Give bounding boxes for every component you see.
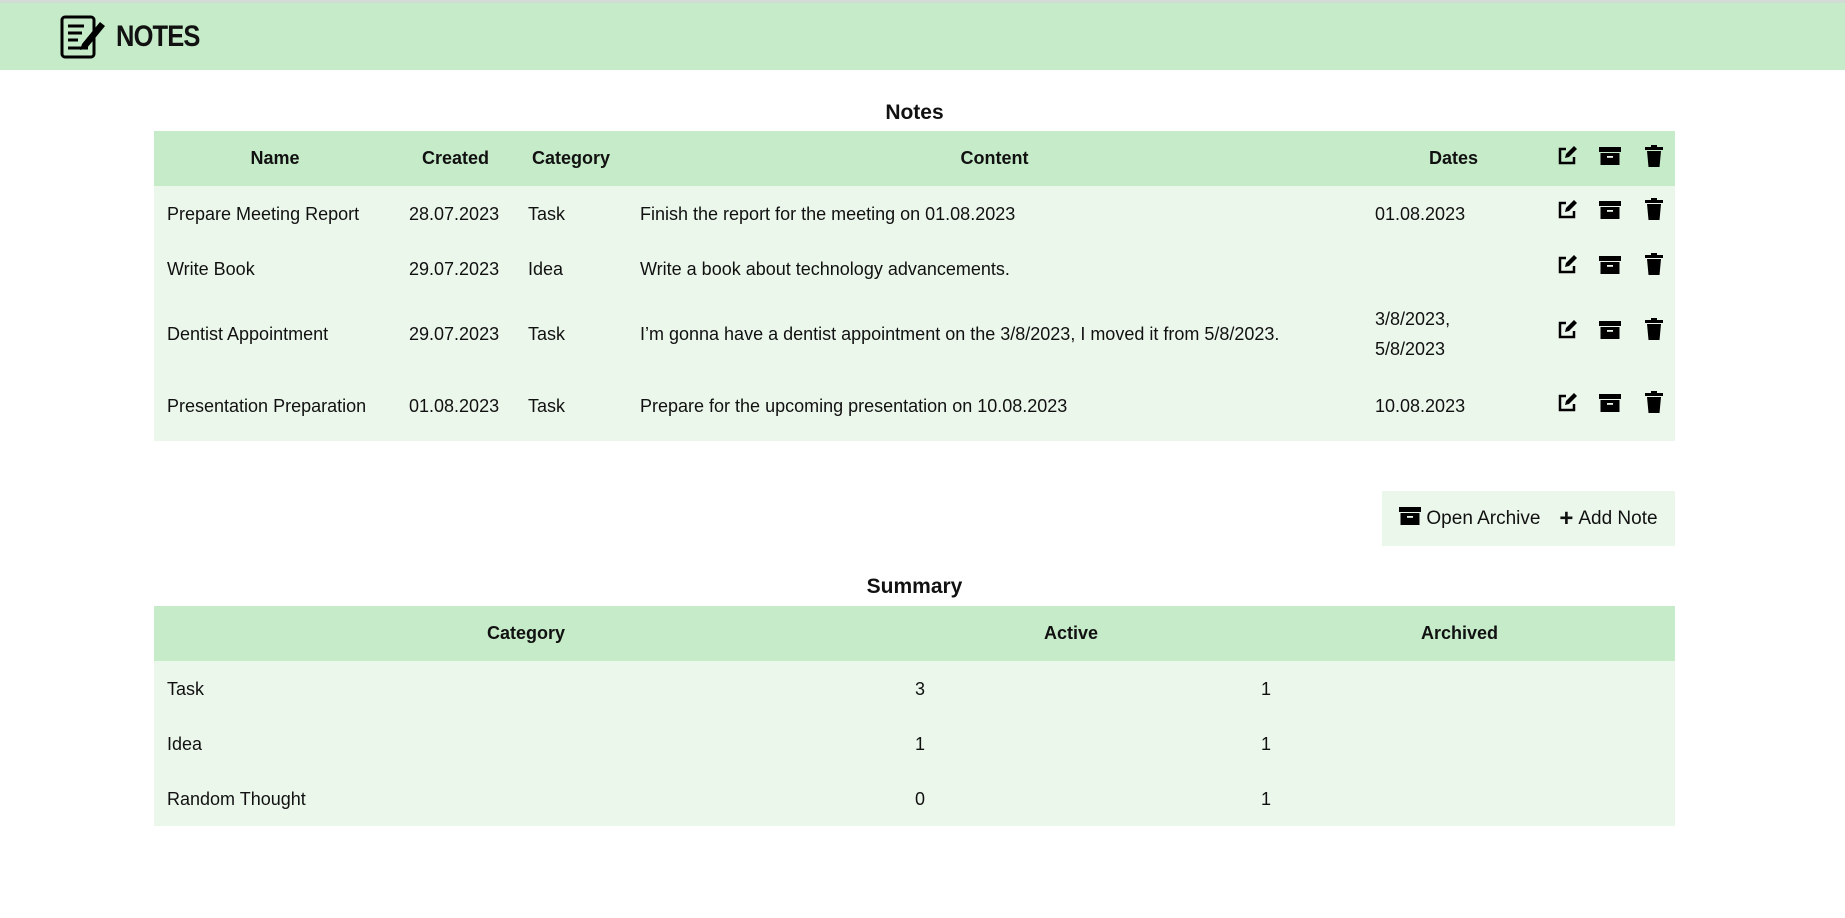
app-title: NOTES bbox=[116, 19, 200, 53]
delete-note-button[interactable] bbox=[1632, 296, 1675, 371]
note-category: Idea bbox=[515, 241, 627, 296]
trash-icon bbox=[1644, 390, 1663, 422]
edit-note-button[interactable] bbox=[1545, 241, 1588, 296]
summary-active: 0 bbox=[898, 771, 1244, 826]
notes-title: Notes bbox=[885, 101, 944, 124]
note-created: 29.07.2023 bbox=[396, 241, 515, 296]
summary-active: 3 bbox=[898, 661, 1244, 716]
summary-header-row: Category Active Archived bbox=[154, 606, 1675, 661]
note-created: 28.07.2023 bbox=[396, 186, 515, 241]
note-name: Dentist Appointment bbox=[154, 296, 396, 371]
note-created: 29.07.2023 bbox=[396, 296, 515, 371]
archive-icon bbox=[1599, 254, 1621, 284]
trash-icon bbox=[1644, 253, 1663, 284]
edit-note-button[interactable] bbox=[1545, 371, 1588, 441]
edit-icon bbox=[1557, 392, 1577, 422]
col-content: Content bbox=[627, 131, 1362, 186]
edit-note-button[interactable] bbox=[1545, 186, 1588, 241]
archive-note-button[interactable] bbox=[1588, 241, 1632, 296]
plus-icon: + bbox=[1559, 504, 1574, 532]
edit-icon bbox=[1557, 146, 1577, 171]
notes-actions: Open Archive + Add Note bbox=[1382, 491, 1675, 546]
trash-icon bbox=[1644, 198, 1663, 229]
summary-category: Idea bbox=[154, 716, 898, 771]
top-bar: NOTES bbox=[0, 0, 1845, 70]
add-note-button[interactable]: + Add Note bbox=[1559, 505, 1657, 533]
note-dates: 01.08.2023 bbox=[1362, 186, 1545, 241]
archive-icon bbox=[1599, 146, 1621, 171]
archive-icon bbox=[1599, 199, 1621, 229]
archive-note-button[interactable] bbox=[1588, 296, 1632, 371]
note-content: Prepare for the upcoming presentation on… bbox=[627, 371, 1362, 441]
trash-icon bbox=[1644, 145, 1663, 172]
summary-row: Random Thought 0 1 bbox=[154, 771, 1675, 826]
edit-icon bbox=[1557, 319, 1577, 349]
summary-table: Category Active Archived Task 3 1 Idea 1 1 Ran… bbox=[154, 606, 1675, 826]
note-dates: 3/8/2023, 5/8/2023 bbox=[1362, 296, 1545, 371]
open-archive-label: Open Archive bbox=[1426, 507, 1541, 529]
edit-icon bbox=[1557, 254, 1577, 284]
note-category: Task bbox=[515, 371, 627, 441]
note-name: Write Book bbox=[154, 241, 396, 296]
note-created: 01.08.2023 bbox=[396, 371, 515, 441]
note-dates: 10.08.2023 bbox=[1362, 371, 1545, 441]
summary-category: Task bbox=[154, 661, 898, 716]
notes-table: Name Created Category Content Dates Prep… bbox=[154, 131, 1675, 441]
add-note-label: Add Note bbox=[1578, 507, 1658, 529]
note-category: Task bbox=[515, 296, 627, 371]
archive-icon bbox=[1599, 319, 1621, 349]
note-content: I’m gonna have a dentist appointment on … bbox=[627, 296, 1362, 371]
summary-title: Summary bbox=[866, 575, 963, 598]
summary-archived: 1 bbox=[1244, 771, 1675, 826]
note-row: Presentation Preparation 01.08.2023 Task Pr… bbox=[154, 371, 1675, 441]
delete-note-button[interactable] bbox=[1632, 371, 1675, 441]
summary-archived: 1 bbox=[1244, 661, 1675, 716]
edit-all-button[interactable] bbox=[1545, 131, 1588, 186]
note-row: Prepare Meeting Report 28.07.2023 Task Fini… bbox=[154, 186, 1675, 241]
note-name: Prepare Meeting Report bbox=[154, 186, 396, 241]
note-category: Task bbox=[515, 186, 627, 241]
col-created: Created bbox=[396, 131, 515, 186]
archive-note-button[interactable] bbox=[1588, 186, 1632, 241]
summary-category: Random Thought bbox=[154, 771, 898, 826]
edit-icon bbox=[1557, 199, 1577, 229]
note-row: Write Book 29.07.2023 Idea Write a book abo… bbox=[154, 241, 1675, 296]
open-archive-button[interactable]: Open Archive bbox=[1399, 506, 1540, 532]
col-category: Category bbox=[154, 606, 898, 661]
note-name: Presentation Preparation bbox=[154, 371, 396, 441]
trash-icon bbox=[1644, 318, 1663, 349]
summary-row: Task 3 1 bbox=[154, 661, 1675, 716]
note-content: Finish the report for the meeting on 01.… bbox=[627, 186, 1362, 241]
delete-all-button[interactable] bbox=[1632, 131, 1675, 186]
archive-icon bbox=[1399, 506, 1422, 532]
note-content: Write a book about technology advancemen… bbox=[627, 241, 1362, 296]
note-dates bbox=[1362, 241, 1545, 296]
notes-logo-icon bbox=[60, 15, 105, 58]
archive-all-button[interactable] bbox=[1588, 131, 1632, 186]
col-name: Name bbox=[154, 131, 396, 186]
summary-archived: 1 bbox=[1244, 716, 1675, 771]
summary-active: 1 bbox=[898, 716, 1244, 771]
edit-note-button[interactable] bbox=[1545, 296, 1588, 371]
col-archived: Archived bbox=[1244, 606, 1675, 661]
summary-row: Idea 1 1 bbox=[154, 716, 1675, 771]
col-category: Category bbox=[515, 131, 627, 186]
col-dates: Dates bbox=[1362, 131, 1545, 186]
notes-header-row: Name Created Category Content Dates bbox=[154, 131, 1675, 186]
archive-icon bbox=[1599, 392, 1621, 422]
col-active: Active bbox=[898, 606, 1244, 661]
delete-note-button[interactable] bbox=[1632, 241, 1675, 296]
delete-note-button[interactable] bbox=[1632, 186, 1675, 241]
note-row: Dentist Appointment 29.07.2023 Task I’m gon… bbox=[154, 296, 1675, 371]
archive-note-button[interactable] bbox=[1588, 371, 1632, 441]
